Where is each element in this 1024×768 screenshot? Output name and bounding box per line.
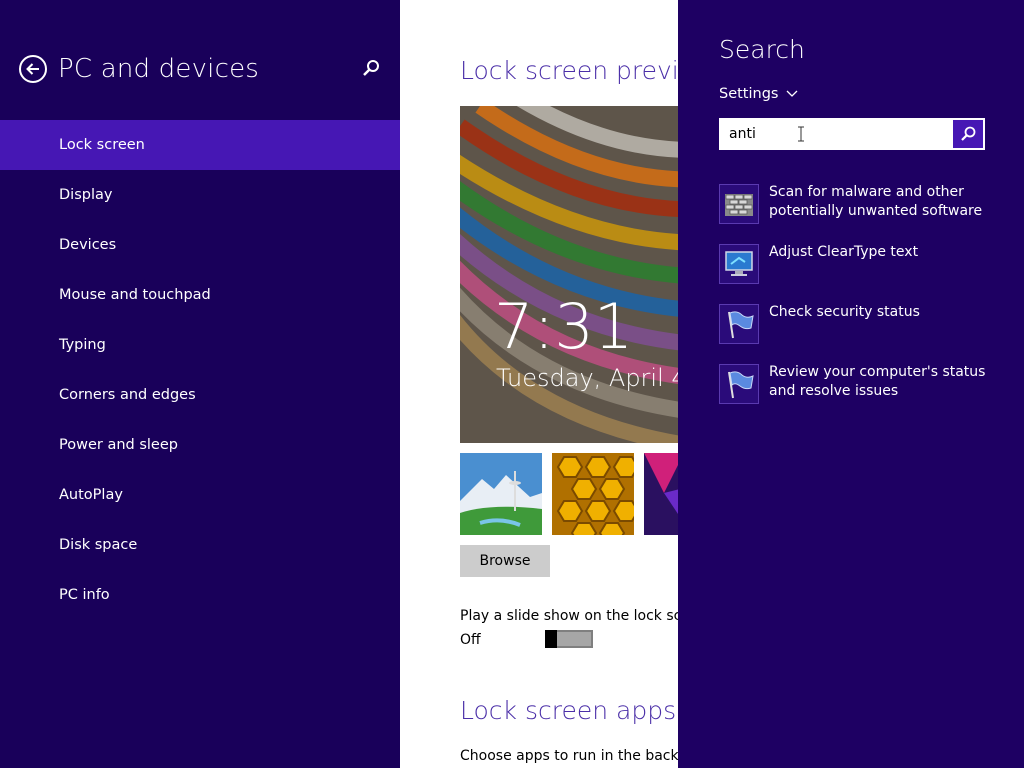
nav-item-display[interactable]: Display xyxy=(0,170,400,220)
firewall-icon xyxy=(719,184,759,224)
text-cursor-icon xyxy=(798,126,804,142)
result-label: Review your computer's status and resolv… xyxy=(769,364,986,399)
search-scope-label: Settings xyxy=(719,86,779,102)
nav-item-autoplay[interactable]: AutoPlay xyxy=(0,470,400,520)
lock-screen-preview: 7:31 Tuesday, April 4 xyxy=(460,106,678,443)
result-label: Adjust ClearType text xyxy=(769,244,919,260)
nav-item-pc-info[interactable]: PC info xyxy=(0,570,400,620)
search-box xyxy=(719,118,985,150)
search-icon xyxy=(961,126,976,141)
wallpaper-thumb-landscape[interactable] xyxy=(460,453,542,535)
wallpaper-thumb-honeycomb[interactable] xyxy=(552,453,634,535)
chevron-down-icon xyxy=(787,90,798,97)
preview-heading: Lock screen preview xyxy=(460,56,678,85)
nav-item-lock-screen[interactable]: Lock screen xyxy=(0,120,400,170)
nav-item-devices[interactable]: Devices xyxy=(0,220,400,270)
flag-icon xyxy=(719,364,759,404)
nav-pane: PC and devices Lock screen Display Devic… xyxy=(0,0,400,768)
content-pane: Lock screen preview 7:31 Tuesday, April … xyxy=(400,0,678,768)
charm-title: Search xyxy=(719,35,805,64)
slideshow-label: Play a slide show on the lock screen xyxy=(460,608,678,624)
result-label: Check security status xyxy=(769,304,920,320)
toggle-thumb xyxy=(545,630,557,648)
back-button[interactable] xyxy=(19,55,47,83)
apps-heading: Lock screen apps xyxy=(460,696,677,725)
search-scope-dropdown[interactable]: Settings xyxy=(719,86,798,102)
flag-icon xyxy=(719,304,759,344)
browse-button[interactable]: Browse xyxy=(460,545,550,577)
nav-item-typing[interactable]: Typing xyxy=(0,320,400,370)
nav-item-corners-and-edges[interactable]: Corners and edges xyxy=(0,370,400,420)
slideshow-toggle[interactable] xyxy=(545,630,593,648)
nav-item-mouse-and-touchpad[interactable]: Mouse and touchpad xyxy=(0,270,400,320)
nav-item-power-and-sleep[interactable]: Power and sleep xyxy=(0,420,400,470)
monitor-icon xyxy=(719,244,759,284)
page-title: PC and devices xyxy=(58,54,260,84)
wallpaper-image xyxy=(460,106,678,443)
search-charm: Search Settings S xyxy=(678,0,1024,768)
result-label: Scan for malware and other potentially u… xyxy=(769,184,983,219)
slideshow-state: Off xyxy=(460,632,481,648)
apps-description: Choose apps to run in the background xyxy=(460,748,678,764)
nav-item-disk-space[interactable]: Disk space xyxy=(0,520,400,570)
preview-time: 7:31 xyxy=(494,290,634,363)
search-icon[interactable] xyxy=(360,58,382,80)
back-arrow-icon xyxy=(26,63,39,75)
search-go-button[interactable] xyxy=(953,120,983,148)
nav-list: Lock screen Display Devices Mouse and to… xyxy=(0,120,400,620)
preview-date: Tuesday, April 4 xyxy=(496,364,678,392)
wallpaper-thumb-abstract[interactable] xyxy=(644,453,678,535)
search-input[interactable] xyxy=(721,120,953,148)
